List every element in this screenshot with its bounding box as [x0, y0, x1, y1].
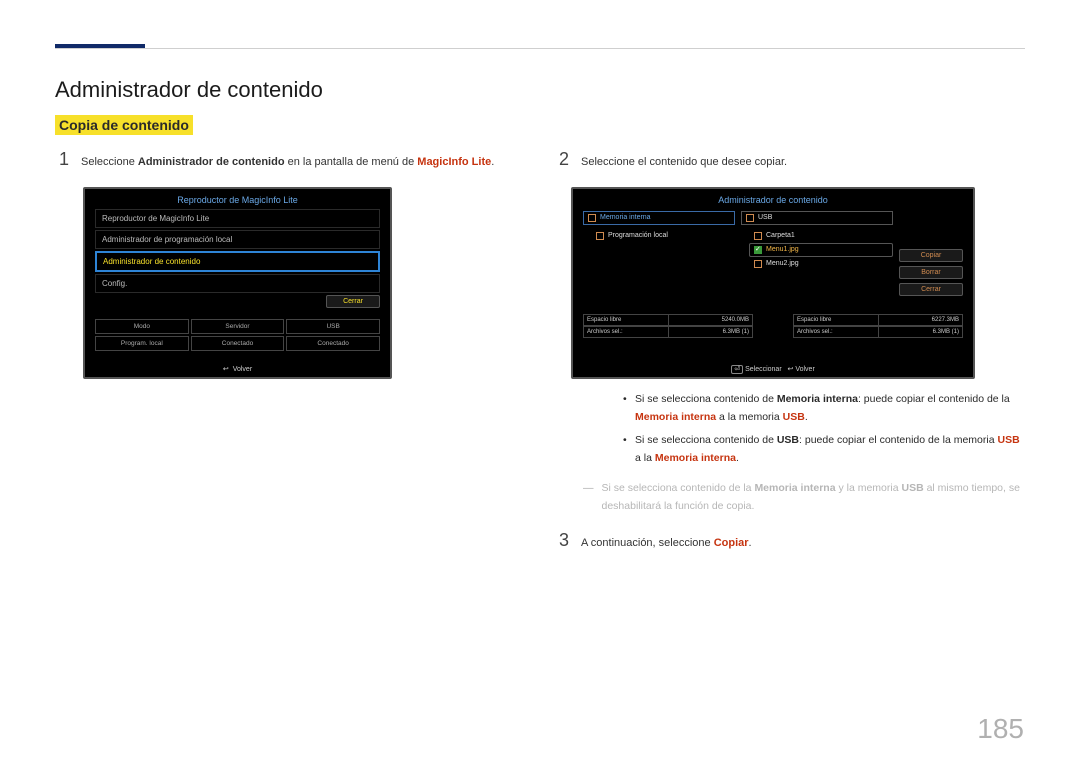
- menu-item[interactable]: Reproductor de MagicInfo Lite: [95, 209, 380, 228]
- step-text: Seleccione el contenido que desee copiar…: [581, 153, 787, 173]
- hint-select: Seleccionar: [745, 366, 782, 373]
- screen-title: Reproductor de MagicInfo Lite: [85, 195, 390, 205]
- footer-hint: Volver: [85, 365, 390, 373]
- checkbox-icon[interactable]: [596, 232, 604, 240]
- hint-back: Volver: [795, 366, 814, 373]
- bullet-item: Si se selecciona contenido de Memoria in…: [623, 391, 1025, 427]
- label: Carpeta1: [766, 232, 795, 239]
- menu-item[interactable]: Config.: [95, 274, 380, 293]
- step-text: Seleccione Administrador de contenido en…: [81, 153, 494, 173]
- grid-value: Conectado: [286, 336, 380, 351]
- menu-item-selected[interactable]: Administrador de contenido: [95, 251, 380, 272]
- step-3: 3 A continuación, seleccione Copiar.: [555, 530, 1025, 554]
- step-2: 2 Seleccione el contenido que desee copi…: [555, 149, 1025, 173]
- step-number: 2: [555, 149, 569, 173]
- header-accent-bar: [55, 44, 145, 48]
- list-item[interactable]: Carpeta1: [749, 229, 893, 243]
- status-grid: Modo Servidor USB Program. local Conecta…: [95, 319, 380, 351]
- page-title: Administrador de contenido: [55, 77, 1025, 103]
- label: Menu1.jpg: [766, 246, 799, 253]
- label: Menu2.jpg: [766, 260, 799, 267]
- text: Seleccione: [81, 156, 138, 168]
- checkbox-icon[interactable]: [754, 232, 762, 240]
- menu-item[interactable]: Administrador de programación local: [95, 230, 380, 249]
- text: .: [491, 156, 494, 168]
- step-number: 3: [555, 530, 569, 554]
- list-item[interactable]: Programación local: [591, 229, 735, 243]
- label: Programación local: [608, 232, 668, 239]
- checkbox-icon[interactable]: [746, 214, 754, 222]
- source-usb[interactable]: USB: [741, 211, 893, 225]
- stat-selected-left: Archivos sel.:6.3MB (1): [583, 326, 753, 338]
- checkbox-icon[interactable]: [754, 260, 762, 268]
- screenshot-content-manager: Administrador de contenido Memoria inter…: [571, 187, 975, 379]
- bullet-item: Si se selecciona contenido de USB: puede…: [623, 432, 1025, 468]
- grid-header: Servidor: [191, 319, 285, 334]
- step-text: A continuación, seleccione Copiar.: [581, 534, 752, 554]
- stat-selected-right: Archivos sel.:6.3MB (1): [793, 326, 963, 338]
- section-title-highlight: Copia de contenido: [55, 115, 193, 135]
- source-internal-memory[interactable]: Memoria interna: [583, 211, 735, 225]
- grid-value: Program. local: [95, 336, 189, 351]
- brand-term: MagicInfo Lite: [417, 156, 491, 168]
- stat-free-space-right: Espacio libre6227.3MB: [793, 314, 963, 326]
- grid-value: Conectado: [191, 336, 285, 351]
- right-column: 2 Seleccione el contenido que desee copi…: [555, 149, 1025, 568]
- step-1: 1 Seleccione Administrador de contenido …: [55, 149, 525, 173]
- label: Memoria interna: [600, 214, 651, 221]
- bullet-list: Si se selecciona contenido de Memoria in…: [583, 391, 1025, 468]
- step-number: 1: [55, 149, 69, 173]
- header-divider: [55, 48, 1025, 49]
- checkbox-icon[interactable]: [588, 214, 596, 222]
- close-button[interactable]: Cerrar: [326, 295, 380, 308]
- screen-title: Administrador de contenido: [573, 195, 973, 205]
- close-button[interactable]: Cerrar: [899, 283, 963, 296]
- delete-button[interactable]: Borrar: [899, 266, 963, 279]
- stat-free-space-left: Espacio libre5240.0MB: [583, 314, 753, 326]
- footer-hints: ⏎Seleccionar ↩ Volver: [573, 365, 973, 373]
- label: USB: [758, 214, 772, 221]
- list-item[interactable]: Menu2.jpg: [749, 257, 893, 271]
- note-dash-icon: ―: [583, 480, 594, 498]
- screenshot-magicinfo-menu: Reproductor de MagicInfo Lite Reproducto…: [83, 187, 392, 379]
- grid-header: USB: [286, 319, 380, 334]
- strong-term: Administrador de contenido: [138, 156, 285, 168]
- note-disabled-copy: ― Si se selecciona contenido de la Memor…: [583, 480, 1025, 516]
- page-number: 185: [977, 713, 1024, 745]
- checkbox-checked-icon[interactable]: [754, 246, 762, 254]
- grid-header: Modo: [95, 319, 189, 334]
- copy-button[interactable]: Copiar: [899, 249, 963, 262]
- left-column: 1 Seleccione Administrador de contenido …: [55, 149, 525, 568]
- list-item-selected[interactable]: Menu1.jpg: [749, 243, 893, 257]
- text: en la pantalla de menú de: [285, 156, 418, 168]
